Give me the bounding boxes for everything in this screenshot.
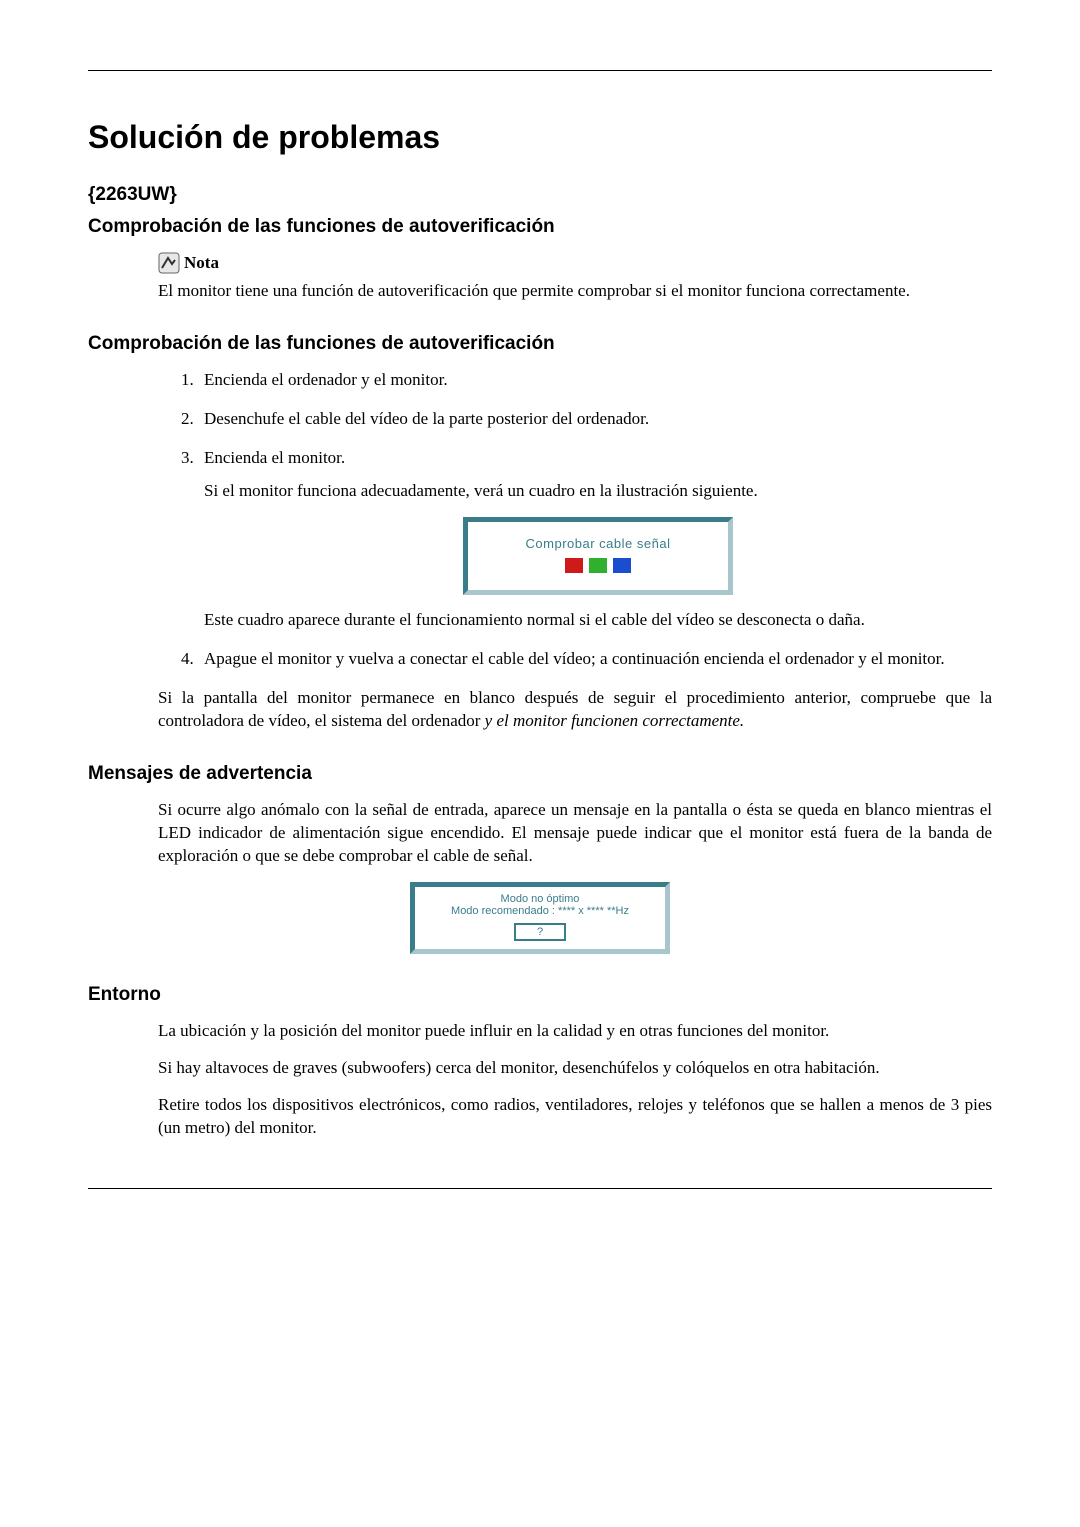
red-square-icon	[565, 558, 583, 573]
entorno-p2: Si hay altavoces de graves (subwoofers) …	[158, 1057, 992, 1080]
section-entorno: Entorno	[88, 984, 992, 1006]
osd1-message: Comprobar cable señal	[477, 531, 719, 559]
note-label: Nota	[184, 253, 219, 273]
osd-figure-1: Comprobar cable señal	[204, 517, 992, 596]
osd2-help-button: ?	[514, 923, 566, 941]
page-title: Solución de problemas	[88, 119, 992, 156]
green-square-icon	[589, 558, 607, 573]
step-3: Encienda el monitor. Si el monitor funci…	[198, 447, 992, 632]
section-autoverificacion-2: Comprobación de las funciones de autover…	[88, 333, 992, 355]
top-divider	[88, 70, 992, 71]
blue-square-icon	[613, 558, 631, 573]
step-1: Encienda el ordenador y el monitor.	[198, 369, 992, 392]
steps-list: Encienda el ordenador y el monitor. Dese…	[158, 369, 992, 671]
step-2: Desenchufe el cable del vídeo de la part…	[198, 408, 992, 431]
step-4: Apague el monitor y vuelva a conectar el…	[198, 648, 992, 671]
note-text: El monitor tiene una función de autoveri…	[158, 280, 992, 303]
osd2-line1: Modo no óptimo	[421, 893, 659, 905]
bottom-divider	[88, 1188, 992, 1189]
step-3-text: Encienda el monitor.	[204, 448, 345, 467]
step-3-after: Si el monitor funciona adecuadamente, ve…	[204, 480, 992, 503]
osd2-line2: Modo recomendado : **** x **** **Hz	[421, 905, 659, 917]
after-steps-paragraph: Si la pantalla del monitor permanece en …	[158, 687, 992, 733]
model-heading: {2263UW}	[88, 184, 992, 206]
entorno-p1: La ubicación y la posición del monitor p…	[158, 1020, 992, 1043]
note-icon	[158, 252, 180, 274]
step-3-after2: Este cuadro aparece durante el funcionam…	[204, 609, 992, 632]
mensajes-paragraph: Si ocurre algo anómalo con la señal de e…	[158, 799, 992, 868]
osd1-color-squares	[477, 558, 719, 581]
section-mensajes: Mensajes de advertencia	[88, 763, 992, 785]
entorno-p3: Retire todos los dispositivos electrónic…	[158, 1094, 992, 1140]
after-steps-text-b: y el monitor funcionen correctamente.	[485, 711, 745, 730]
section-autoverificacion-1: Comprobación de las funciones de autover…	[88, 216, 992, 238]
note-row: Nota	[158, 252, 992, 274]
osd-figure-2: Modo no óptimo Modo recomendado : **** x…	[88, 882, 992, 954]
